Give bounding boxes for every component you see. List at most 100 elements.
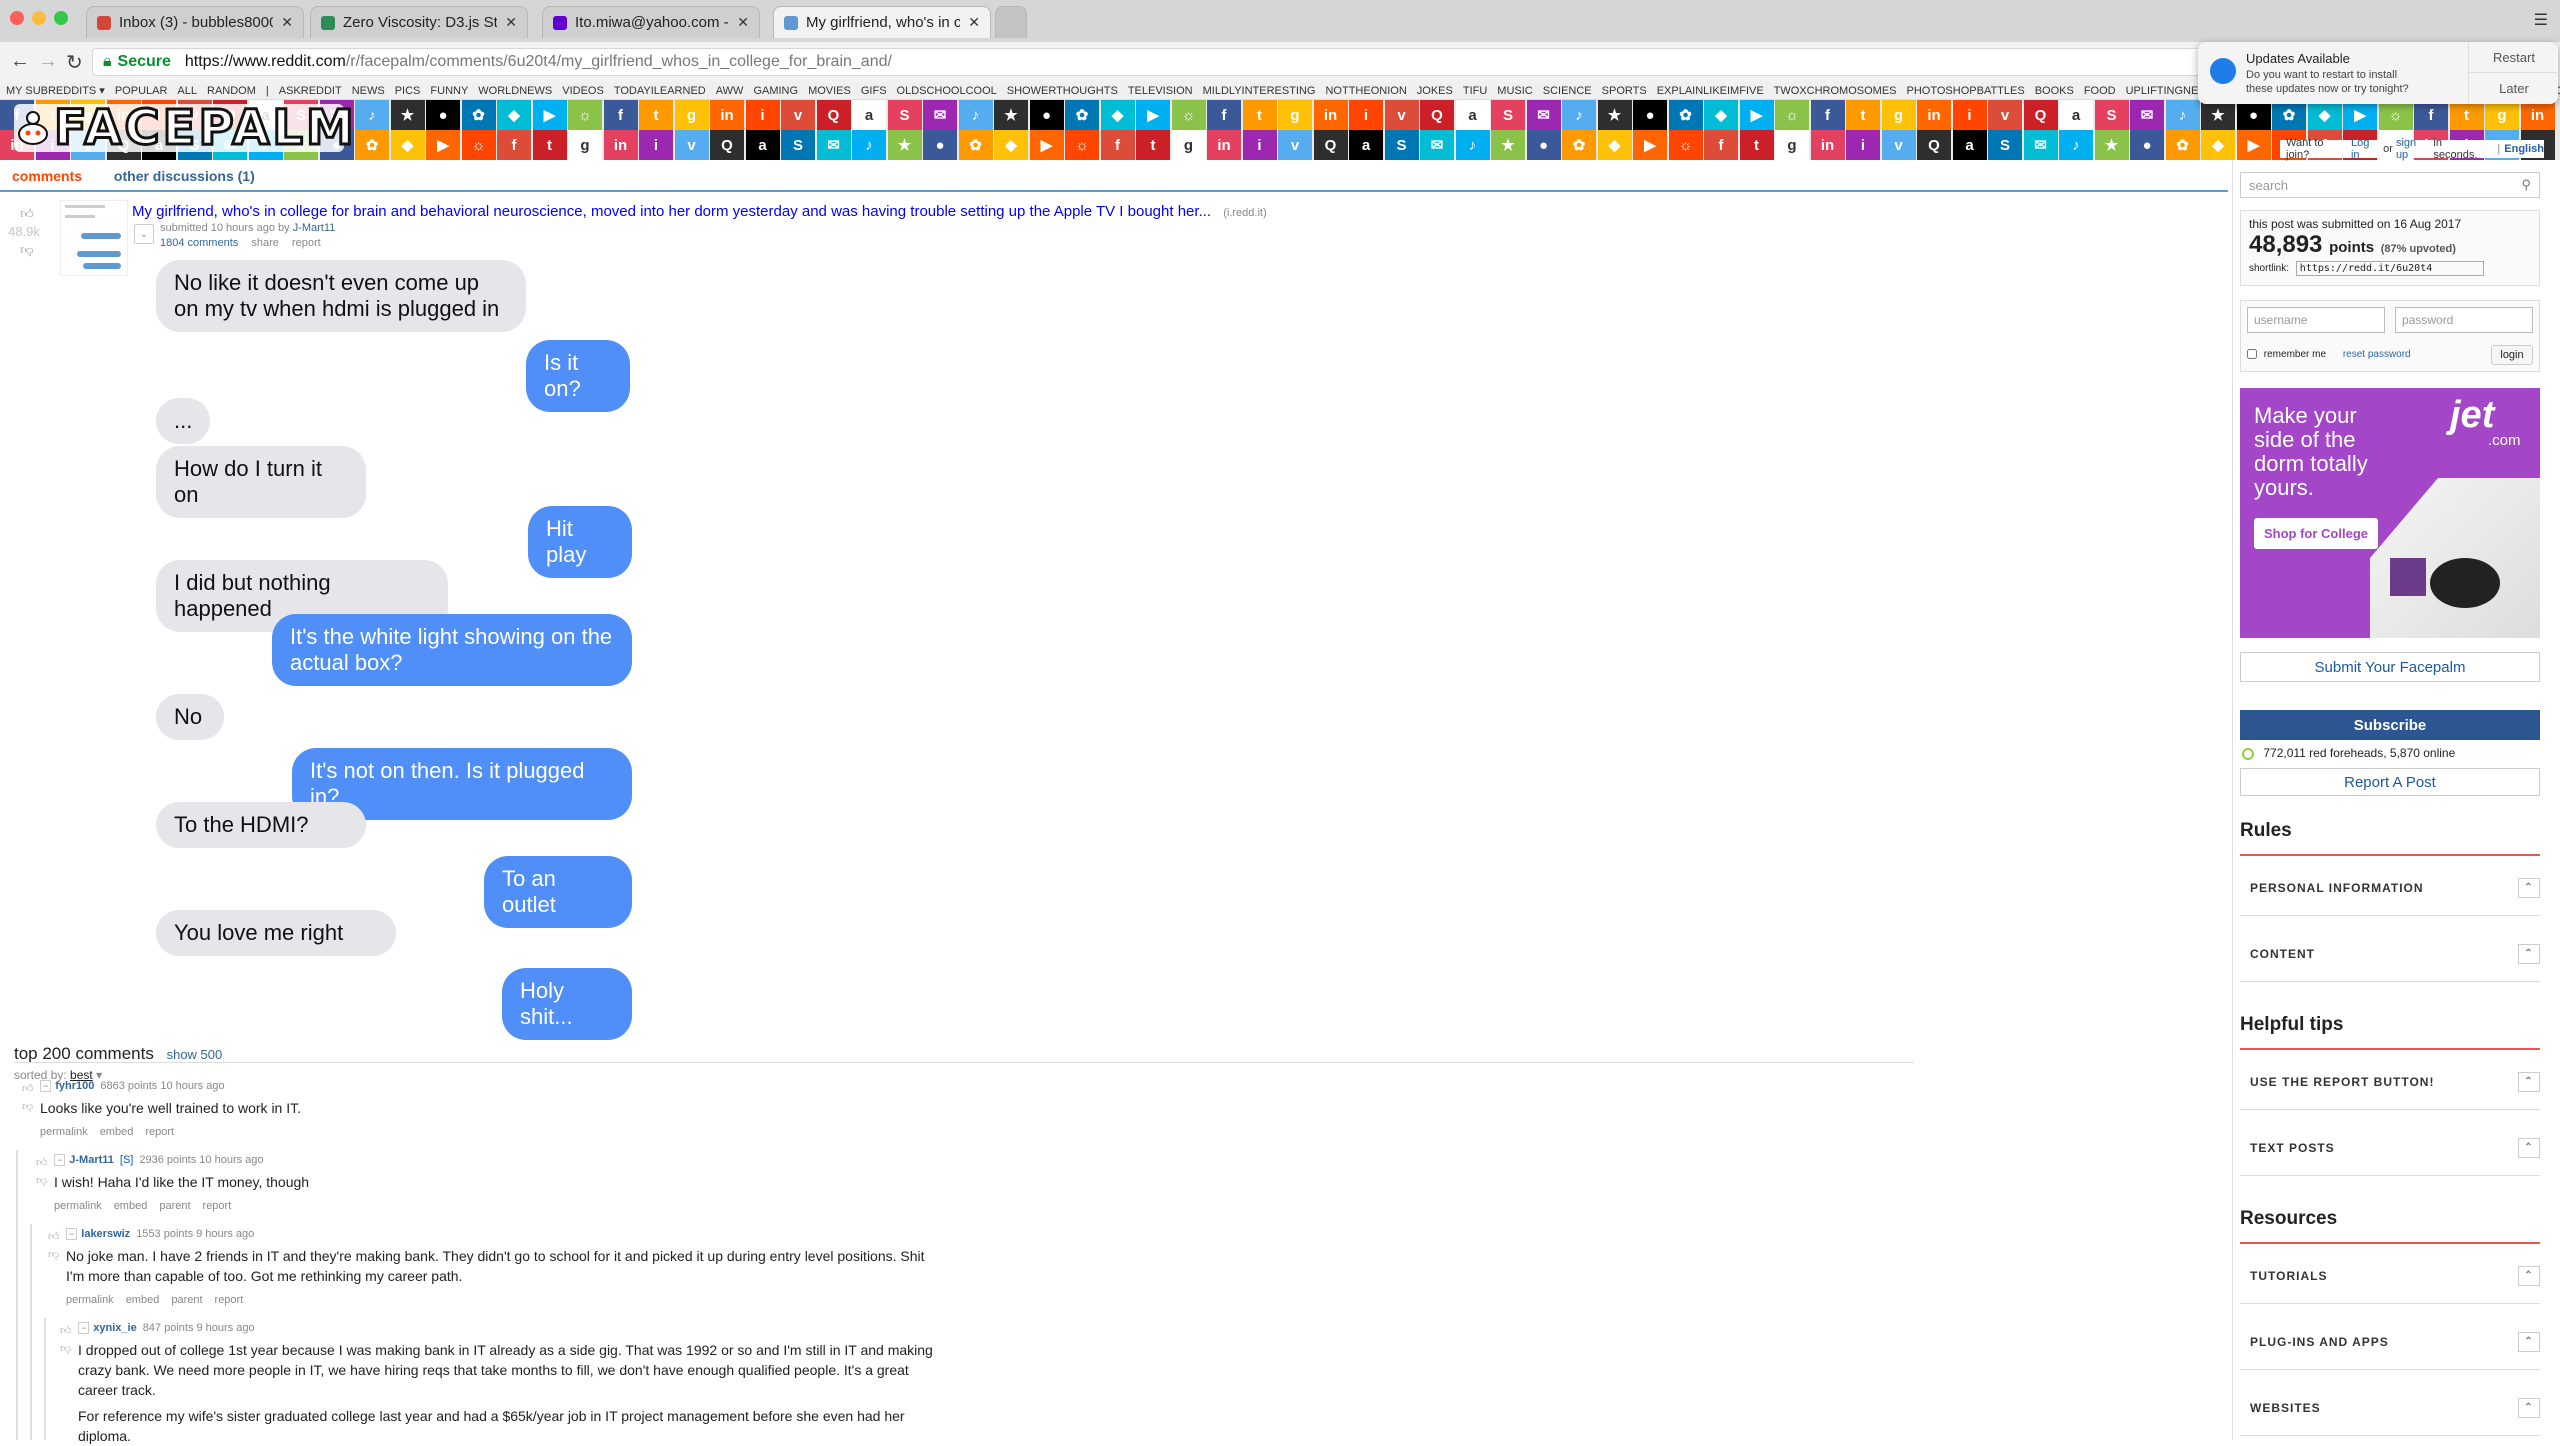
subreddit-link[interactable]: OLDSCHOOLCOOL <box>897 85 997 97</box>
comment-thread-line[interactable] <box>44 1318 46 1440</box>
subreddit-link[interactable]: TWOXCHROMOSOMES <box>1774 85 1897 97</box>
language-link[interactable]: English <box>2504 143 2544 155</box>
subreddit-link[interactable]: SPORTS <box>1602 85 1647 97</box>
comment-parent-link[interactable]: parent <box>159 1200 190 1212</box>
subreddit-link[interactable]: NOTTHEONION <box>1325 85 1406 97</box>
remember-checkbox[interactable] <box>2247 349 2257 360</box>
comment-embed-link[interactable]: embed <box>126 1294 160 1306</box>
sidebar-rule-item[interactable]: USE THE REPORT BUTTON! ⌃ <box>2240 1054 2540 1110</box>
subreddit-link[interactable]: MUSIC <box>1497 85 1532 97</box>
subreddit-link[interactable]: GAMING <box>753 85 798 97</box>
subreddit-link[interactable]: BOOKS <box>2035 85 2074 97</box>
post-thumbnail[interactable] <box>60 200 128 276</box>
upvote-icon[interactable]: 👍︎ <box>16 206 38 222</box>
subreddit-link[interactable]: FUNNY <box>430 85 468 97</box>
username-field[interactable]: username <box>2247 307 2385 333</box>
subreddit-link[interactable]: MOVIES <box>808 85 851 97</box>
comment-embed-link[interactable]: embed <box>114 1200 148 1212</box>
comments-link[interactable]: 1804 comments <box>160 237 238 249</box>
subreddit-link[interactable]: POPULAR <box>115 85 168 97</box>
subreddit-link[interactable]: PICS <box>395 85 421 97</box>
tab-comments[interactable]: comments <box>12 168 82 184</box>
sidebar-rule-item[interactable]: TUTORIALS ⌃ <box>2240 1248 2540 1304</box>
close-tab-icon[interactable]: ✕ <box>281 14 293 31</box>
close-tab-icon[interactable]: ✕ <box>737 14 749 31</box>
post-domain[interactable]: (i.redd.it) <box>1223 207 1266 219</box>
sidebar-rule-item[interactable]: PLUG-INS AND APPS ⌃ <box>2240 1314 2540 1370</box>
comment-permalink-link[interactable]: permalink <box>66 1294 114 1306</box>
comment-vote-arrows[interactable]: 👍︎ 👎︎ <box>36 1154 48 1190</box>
show-500-link[interactable]: show 500 <box>167 1047 223 1062</box>
minimize-window-button[interactable] <box>32 11 46 25</box>
comment-thread-line[interactable] <box>30 1224 32 1440</box>
report-post-button[interactable]: Report A Post <box>2240 768 2540 796</box>
upvote-icon[interactable]: 👍︎ <box>48 1228 60 1246</box>
subreddit-link[interactable]: GIFS <box>861 85 887 97</box>
sidebar-rule-item[interactable]: PERSONAL INFORMATION ⌃ <box>2240 860 2540 916</box>
shortlink-field[interactable]: https://redd.it/6u20t4 <box>2295 261 2484 276</box>
upvote-icon[interactable]: 👍︎ <box>60 1322 72 1340</box>
subreddit-link[interactable]: WORLDNEWS <box>478 85 552 97</box>
maximize-window-button[interactable] <box>54 11 68 25</box>
comment-vote-arrows[interactable]: 👍︎ 👎︎ <box>22 1080 34 1116</box>
subreddit-link[interactable]: MY SUBREDDITS ▾ <box>6 84 105 97</box>
expando-button[interactable]: ⌄ <box>134 224 154 244</box>
comment-author[interactable]: fyhr100 <box>55 1080 94 1092</box>
downvote-icon[interactable]: 👎︎ <box>60 1340 72 1358</box>
upvote-icon[interactable]: 👍︎ <box>22 1080 34 1098</box>
login-button[interactable]: login <box>2491 345 2533 365</box>
ad-cta-button[interactable]: Shop for College <box>2254 518 2378 549</box>
subreddit-link[interactable]: SCIENCE <box>1543 85 1592 97</box>
new-tab-button[interactable] <box>995 6 1027 38</box>
subreddit-link[interactable]: NEWS <box>352 85 385 97</box>
subreddit-logo[interactable]: FACEPALM <box>14 99 355 158</box>
comment-permalink-link[interactable]: permalink <box>54 1200 102 1212</box>
report-link[interactable]: report <box>292 237 321 249</box>
collapse-icon[interactable]: − <box>54 1154 66 1166</box>
address-bar[interactable]: 🔒︎ Secure https://www.reddit.com /r/face… <box>92 48 2512 76</box>
upvote-icon[interactable]: 👍︎ <box>36 1154 48 1172</box>
browser-tab[interactable]: Inbox (3) - bubbles8000@gm ✕ <box>86 6 304 38</box>
collapse-icon[interactable]: − <box>66 1228 78 1240</box>
comment-author[interactable]: lakerswiz <box>81 1228 130 1240</box>
password-field[interactable]: password <box>2395 307 2533 333</box>
comment-report-link[interactable]: report <box>203 1200 232 1212</box>
sidebar-rule-item[interactable]: WEBSITES ⌃ <box>2240 1380 2540 1436</box>
browser-tab[interactable]: Zero Viscosity: D3.js Step by S ✕ <box>310 6 528 38</box>
chevron-up-icon[interactable]: ⌃ <box>2518 1265 2540 1286</box>
restart-button[interactable]: Restart <box>2468 42 2559 73</box>
subreddit-link[interactable]: JOKES <box>1417 85 1453 97</box>
downvote-icon[interactable]: 👎︎ <box>36 1172 48 1190</box>
close-tab-icon[interactable]: ✕ <box>968 14 980 31</box>
chevron-up-icon[interactable]: ⌃ <box>2518 1397 2540 1418</box>
user-menu-icon[interactable]: ☰ <box>2534 10 2548 30</box>
subreddit-link[interactable]: VIDEOS <box>562 85 604 97</box>
submit-facepalm-button[interactable]: Submit Your Facepalm <box>2240 652 2540 682</box>
comment-thread-line[interactable] <box>16 1150 18 1440</box>
chevron-up-icon[interactable]: ⌃ <box>2518 1331 2540 1352</box>
subscribe-button[interactable]: Subscribe <box>2240 710 2540 740</box>
subreddit-link[interactable]: ASKREDDIT <box>279 85 342 97</box>
subreddit-link[interactable]: AWW <box>716 85 744 97</box>
comment-report-link[interactable]: report <box>145 1126 174 1138</box>
post-title-text[interactable]: My girlfriend, who's in college for brai… <box>132 203 1211 220</box>
subreddit-link[interactable]: EXPLAINLIKEIMFIVE <box>1657 85 1764 97</box>
later-button[interactable]: Later <box>2468 73 2559 103</box>
jet-advertisement[interactable]: Make your side of the dorm totally yours… <box>2240 388 2540 638</box>
share-link[interactable]: share <box>251 237 279 249</box>
chevron-up-icon[interactable]: ⌃ <box>2518 1071 2540 1092</box>
comment-parent-link[interactable]: parent <box>171 1294 202 1306</box>
browser-tab[interactable]: Ito.miwa@yahoo.com - Yahoo ✕ <box>542 6 760 38</box>
search-icon[interactable]: ⚲ <box>2521 177 2531 193</box>
subreddit-link[interactable]: TIFU <box>1463 85 1487 97</box>
search-input[interactable]: search ⚲ <box>2240 172 2540 198</box>
subreddit-link[interactable]: PHOTOSHOPBATTLES <box>1907 85 2025 97</box>
sidebar-rule-item[interactable]: TEXT POSTS ⌃ <box>2240 1120 2540 1176</box>
chevron-up-icon[interactable]: ⌃ <box>2518 877 2540 898</box>
subreddit-link[interactable]: RANDOM <box>207 85 256 97</box>
comment-report-link[interactable]: report <box>215 1294 244 1306</box>
chevron-up-icon[interactable]: ⌃ <box>2518 943 2540 964</box>
reset-password-link[interactable]: reset password <box>2343 349 2411 360</box>
downvote-icon[interactable]: 👎︎ <box>22 1098 34 1116</box>
reload-icon[interactable]: ↻ <box>66 50 83 75</box>
